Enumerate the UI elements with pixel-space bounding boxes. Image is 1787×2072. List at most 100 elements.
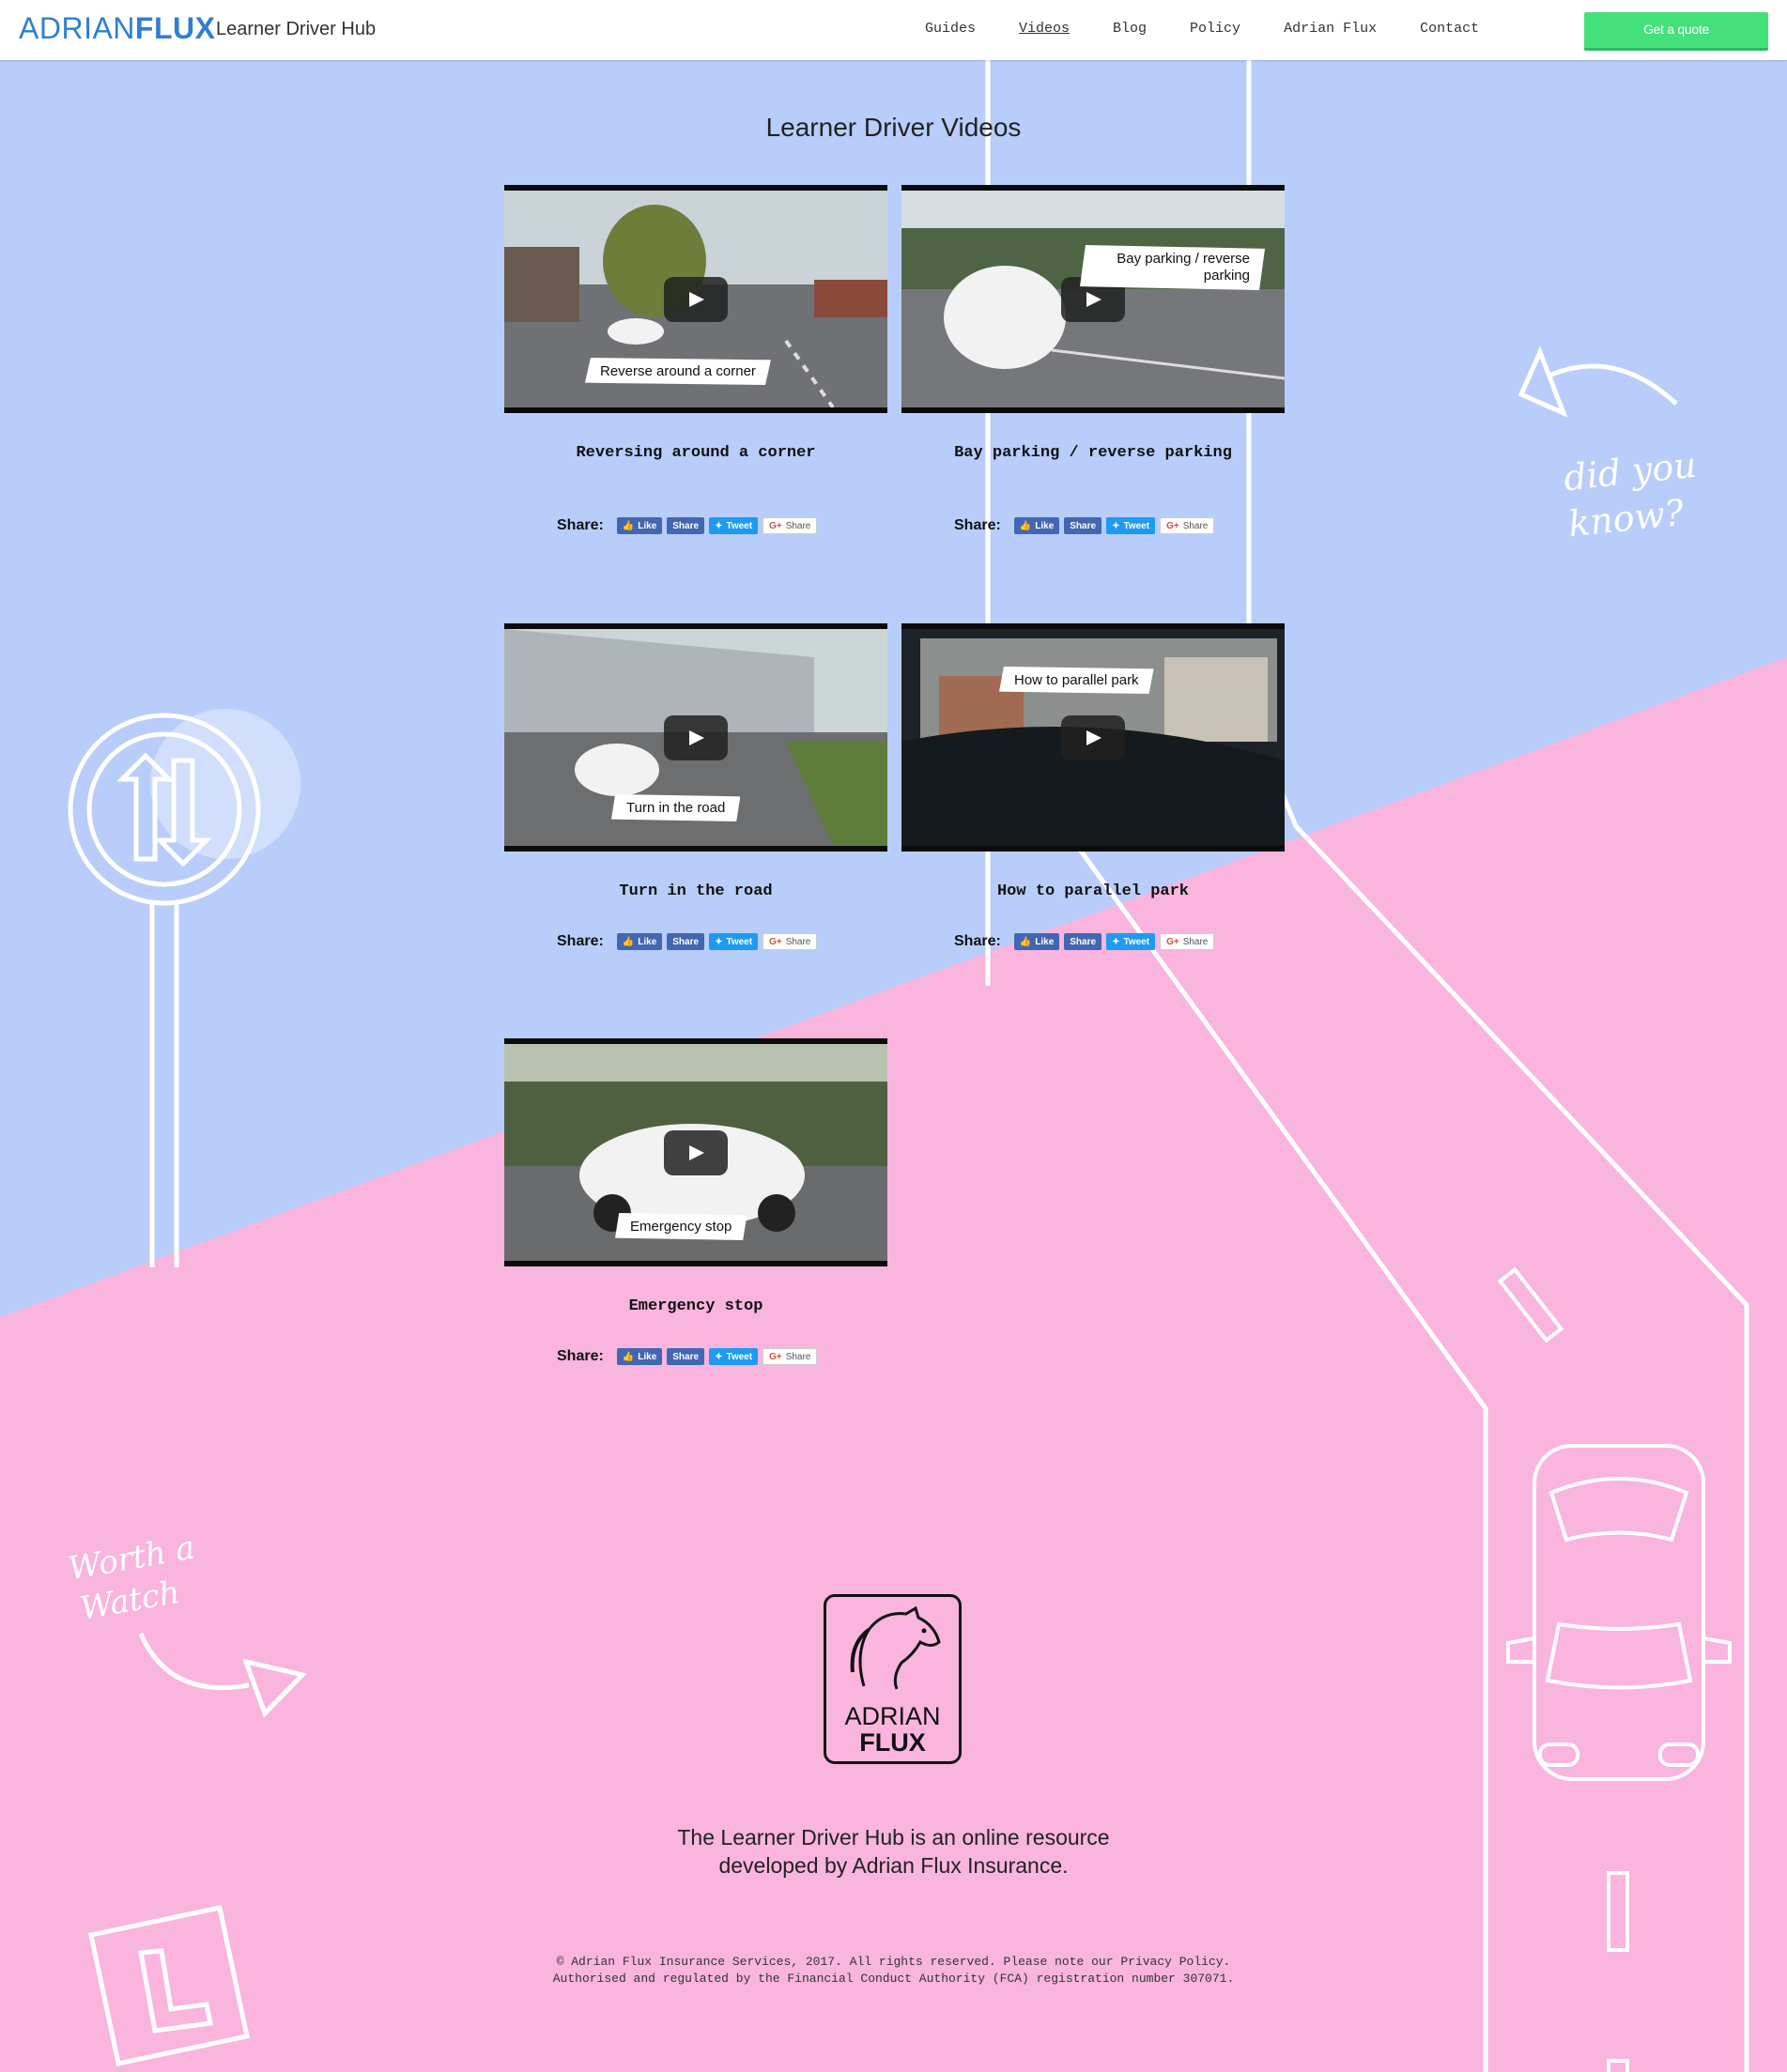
site-title[interactable]: Learner Driver Hub — [216, 19, 376, 40]
copyright-line-2: Authorised and regulated by the Financia… — [552, 1972, 1235, 1986]
twitter-bird-icon: ✦ — [715, 520, 723, 531]
facebook-share-button[interactable]: Share — [1064, 933, 1102, 950]
share-label: Share: — [557, 933, 604, 949]
video-thumbnail[interactable]: How to parallel park — [901, 623, 1285, 852]
google-plus-share-button[interactable]: G+ Share — [763, 517, 818, 534]
video-thumbnail[interactable]: Reverse around a corner — [504, 185, 887, 413]
footer-logo-text-adrian: ADRIAN — [844, 1702, 941, 1730]
like-label: Like — [1035, 936, 1055, 947]
nav-adrian-flux[interactable]: Adrian Flux — [1284, 21, 1377, 37]
video-card: Turn in the road Turn in the road Share:… — [504, 623, 887, 950]
google-plus-icon: G+ — [1166, 520, 1179, 531]
like-label: Like — [1035, 520, 1055, 531]
google-share-label: Share — [785, 936, 811, 947]
tweet-button[interactable]: ✦ Tweet — [709, 517, 759, 534]
get-a-quote-button[interactable]: Get a quote — [1584, 12, 1768, 51]
play-button[interactable] — [1061, 715, 1125, 760]
video-card: Emergency stop Emergency stop Share: 👍 Li… — [504, 1038, 887, 1365]
video-thumbnail[interactable]: Bay parking / reverse parking — [901, 185, 1285, 413]
share-row: Share: 👍 Like Share ✦ Tweet G+ Share — [557, 517, 822, 534]
google-plus-share-button[interactable]: G+ Share — [763, 1348, 818, 1365]
twitter-bird-icon: ✦ — [715, 1351, 723, 1362]
horse-head-icon — [850, 1605, 941, 1690]
nav-videos[interactable]: Videos — [1019, 21, 1070, 37]
video-caption: Turn in the road — [611, 794, 741, 821]
twitter-bird-icon: ✦ — [715, 936, 723, 947]
play-button[interactable] — [664, 715, 728, 760]
facebook-like-button[interactable]: 👍 Like — [616, 933, 663, 950]
video-card: Reverse around a corner Reversing around… — [504, 185, 887, 534]
like-label: Like — [638, 936, 657, 947]
thumbs-up-icon: 👍 — [622, 936, 635, 947]
tweet-button[interactable]: ✦ Tweet — [709, 1348, 759, 1365]
share-row: Share: 👍 Like Share ✦ Tweet G+ Share — [557, 933, 822, 950]
video-title[interactable]: Reversing around a corner — [504, 441, 887, 465]
tweet-label: Tweet — [1123, 520, 1150, 531]
tweet-button[interactable]: ✦ Tweet — [1106, 517, 1156, 534]
facebook-share-button[interactable]: Share — [1064, 517, 1102, 534]
play-button[interactable] — [664, 277, 728, 322]
facebook-share-button[interactable]: Share — [667, 1348, 705, 1365]
google-plus-share-button[interactable]: G+ Share — [1160, 517, 1215, 534]
google-share-label: Share — [1182, 936, 1209, 947]
facebook-like-button[interactable]: 👍 Like — [1013, 933, 1060, 950]
video-card: Bay parking / reverse parking Bay parkin… — [901, 185, 1285, 534]
site-header: ADRIANFLUX Learner Driver Hub Guides Vid… — [0, 0, 1787, 60]
facebook-share-button[interactable]: Share — [667, 517, 705, 534]
video-title[interactable]: Bay parking / reverse parking — [901, 441, 1285, 465]
thumbs-up-icon: 👍 — [622, 1351, 635, 1362]
share-label: Share: — [954, 517, 1001, 533]
video-title[interactable]: How to parallel park — [901, 880, 1285, 903]
thumbs-up-icon: 👍 — [1019, 936, 1032, 947]
share-row: Share: 👍 Like Share ✦ Tweet G+ Share — [557, 1348, 822, 1365]
nav-contact[interactable]: Contact — [1420, 21, 1479, 37]
google-plus-icon: G+ — [769, 936, 782, 947]
video-caption: Emergency stop — [615, 1213, 747, 1240]
facebook-share-button[interactable]: Share — [667, 933, 705, 950]
share-label: Share: — [557, 517, 604, 533]
video-thumbnail[interactable]: Emergency stop — [504, 1038, 887, 1266]
footer-description: The Learner Driver Hub is an online reso… — [677, 1825, 1110, 1878]
twitter-bird-icon: ✦ — [1112, 936, 1120, 947]
video-title[interactable]: Emergency stop — [504, 1295, 887, 1318]
tweet-button[interactable]: ✦ Tweet — [1106, 933, 1156, 950]
video-caption: Reverse around a corner — [585, 358, 771, 385]
share-row: Share: 👍 Like Share ✦ Tweet G+ Share — [954, 933, 1219, 950]
play-button[interactable] — [664, 1130, 728, 1175]
like-label: Like — [638, 520, 657, 531]
google-plus-share-button[interactable]: G+ Share — [763, 933, 818, 950]
google-plus-share-button[interactable]: G+ Share — [1160, 933, 1215, 950]
like-label: Like — [638, 1351, 657, 1362]
video-caption: How to parallel park — [999, 667, 1154, 694]
nav-blog[interactable]: Blog — [1113, 21, 1147, 37]
video-title[interactable]: Turn in the road — [504, 880, 887, 903]
twitter-bird-icon: ✦ — [1112, 520, 1120, 531]
nav-guides[interactable]: Guides — [925, 21, 976, 37]
adrian-flux-logo[interactable]: ADRIANFLUX — [19, 11, 215, 46]
share-label: Share: — [954, 933, 1001, 949]
video-caption: Bay parking / reverse parking — [1080, 245, 1265, 290]
facebook-like-button[interactable]: 👍 Like — [616, 517, 663, 534]
tweet-button[interactable]: ✦ Tweet — [709, 933, 759, 950]
logo-text-adrian: ADRIAN — [19, 11, 135, 45]
footer-logo[interactable]: ADRIAN FLUX — [824, 1594, 962, 1764]
video-thumbnail[interactable]: Turn in the road — [504, 623, 887, 852]
google-plus-icon: G+ — [1166, 936, 1179, 947]
copyright-line-1: © Adrian Flux Insurance Services, 2017. … — [556, 1955, 1231, 1969]
google-share-label: Share — [1182, 520, 1209, 531]
facebook-like-button[interactable]: 👍 Like — [616, 1348, 663, 1365]
page-heading: Learner Driver Videos — [765, 113, 1022, 142]
share-label: Share: — [557, 1348, 604, 1364]
footer-logo-text-flux: FLUX — [859, 1728, 926, 1757]
thumbs-up-icon: 👍 — [1019, 520, 1032, 531]
thumbs-up-icon: 👍 — [622, 520, 635, 531]
facebook-like-button[interactable]: 👍 Like — [1013, 517, 1060, 534]
google-plus-icon: G+ — [769, 1351, 782, 1362]
video-card: How to parallel park How to parallel par… — [901, 623, 1285, 950]
google-share-label: Share — [785, 520, 811, 531]
logo-text-flux: FLUX — [134, 11, 216, 45]
nav-policy[interactable]: Policy — [1190, 21, 1240, 37]
tweet-label: Tweet — [1123, 936, 1150, 947]
google-share-label: Share — [785, 1351, 811, 1362]
tweet-label: Tweet — [726, 936, 753, 947]
